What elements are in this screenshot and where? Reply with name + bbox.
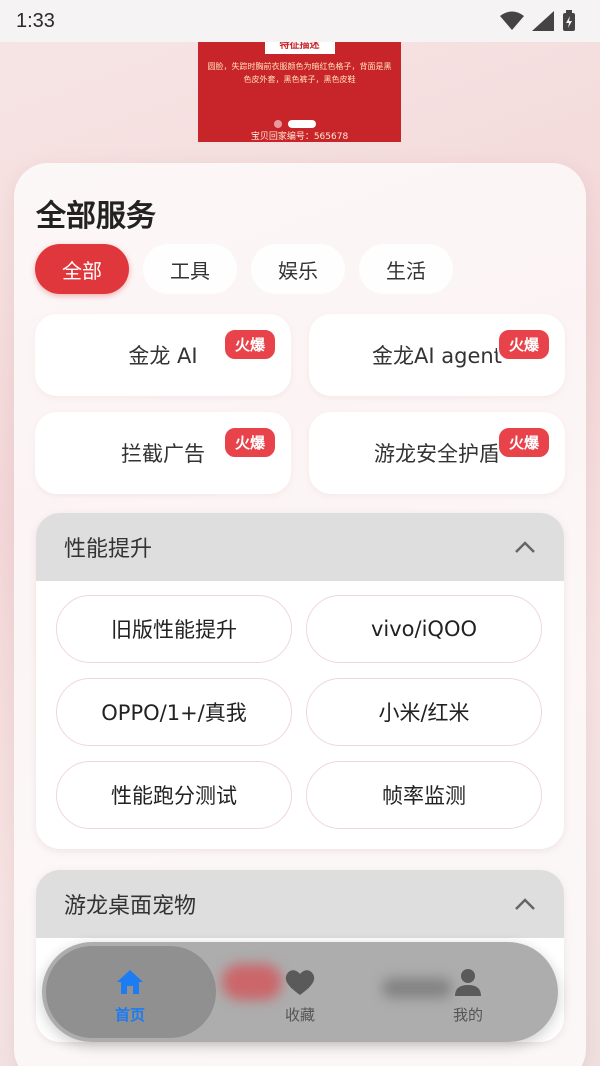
chip-tools[interactable]: 工具 [143,244,237,294]
panel-title: 性能提升 [64,537,153,562]
option-oppo[interactable]: OPPO/1+/真我 [56,678,292,746]
option-xiaomi[interactable]: 小米/红米 [306,678,542,746]
section-title: 全部服务 [36,199,156,234]
home-icon [117,970,143,994]
heart-icon [285,970,315,995]
performance-options: 旧版性能提升 vivo/iQOO OPPO/1+/真我 小米/红米 性能跑分测试… [36,581,564,849]
pagination-dot [274,120,282,128]
service-grid: 金龙 AI 火爆 金龙AI agent 火爆 拦截广告 火爆 游龙安全护盾 火爆 [35,314,565,494]
chevron-up-icon[interactable] [514,897,536,911]
wifi-icon [500,11,524,30]
nav-label: 我的 [452,1006,483,1024]
nav-home[interactable]: 首页 [90,968,170,1025]
banner-pagination [274,120,316,128]
panel-title: 游龙桌面宠物 [64,894,197,919]
banner-description: 圆脸，失踪时胸前衣服颜色为暗红色格子，背面是黑色皮外套，黑色裤子，黑色皮鞋 [207,62,392,84]
service-jinlong-ai[interactable]: 金龙 AI 火爆 [35,314,291,396]
chip-life[interactable]: 生活 [359,244,453,294]
pets-panel-header[interactable]: 游龙桌面宠物 [36,870,564,938]
status-icons [500,10,576,32]
nav-label: 首页 [114,1006,145,1024]
signal-icon [532,11,554,31]
chip-all[interactable]: 全部 [35,244,129,294]
service-security-shield[interactable]: 游龙安全护盾 火爆 [309,412,565,494]
service-label: 金龙AI agent [372,344,502,368]
hot-badge: 火爆 [222,328,277,361]
hot-badge: 火爆 [496,328,551,361]
service-label: 游龙安全护盾 [374,442,500,466]
battery-icon [563,10,575,31]
pagination-dot-active [288,120,316,128]
option-legacy-boost[interactable]: 旧版性能提升 [56,595,292,663]
banner[interactable]: 特征描述 圆脸，失踪时胸前衣服颜色为暗红色格子，背面是黑色皮外套，黑色裤子，黑色… [198,42,401,142]
performance-panel-header[interactable]: 性能提升 [36,513,564,581]
option-vivo-iqoo[interactable]: vivo/iQOO [306,595,542,663]
nav-favorites[interactable]: 收藏 [260,968,340,1025]
service-jinlong-agent[interactable]: 金龙AI agent 火爆 [309,314,565,396]
nav-profile[interactable]: 我的 [428,968,508,1025]
chip-entertainment[interactable]: 娱乐 [251,244,345,294]
option-benchmark[interactable]: 性能跑分测试 [56,761,292,829]
nav-label: 收藏 [284,1006,315,1024]
option-fps-monitor[interactable]: 帧率监测 [306,761,542,829]
chevron-up-icon[interactable] [514,540,536,554]
performance-panel: 性能提升 旧版性能提升 vivo/iQOO OPPO/1+/真我 小米/红米 性… [36,513,564,849]
status-bar: 1:33 [0,0,600,42]
service-label: 金龙 AI [128,344,198,368]
banner-heading: 特征描述 [264,42,335,54]
hot-badge: 火爆 [222,426,277,459]
category-chips: 全部 工具 娱乐 生活 [35,244,453,294]
banner-id: 宝贝回家编号：565678 [250,132,349,142]
status-time: 1:33 [16,9,55,32]
bottom-nav: 首页 收藏 我的 [42,942,558,1042]
hot-badge: 火爆 [496,426,551,459]
services-card: 全部服务 全部 工具 娱乐 生活 金龙 AI 火爆 金龙AI agent 火爆 … [14,163,586,1066]
service-ad-block[interactable]: 拦截广告 火爆 [35,412,291,494]
user-icon [455,969,481,996]
service-label: 拦截广告 [121,442,205,466]
